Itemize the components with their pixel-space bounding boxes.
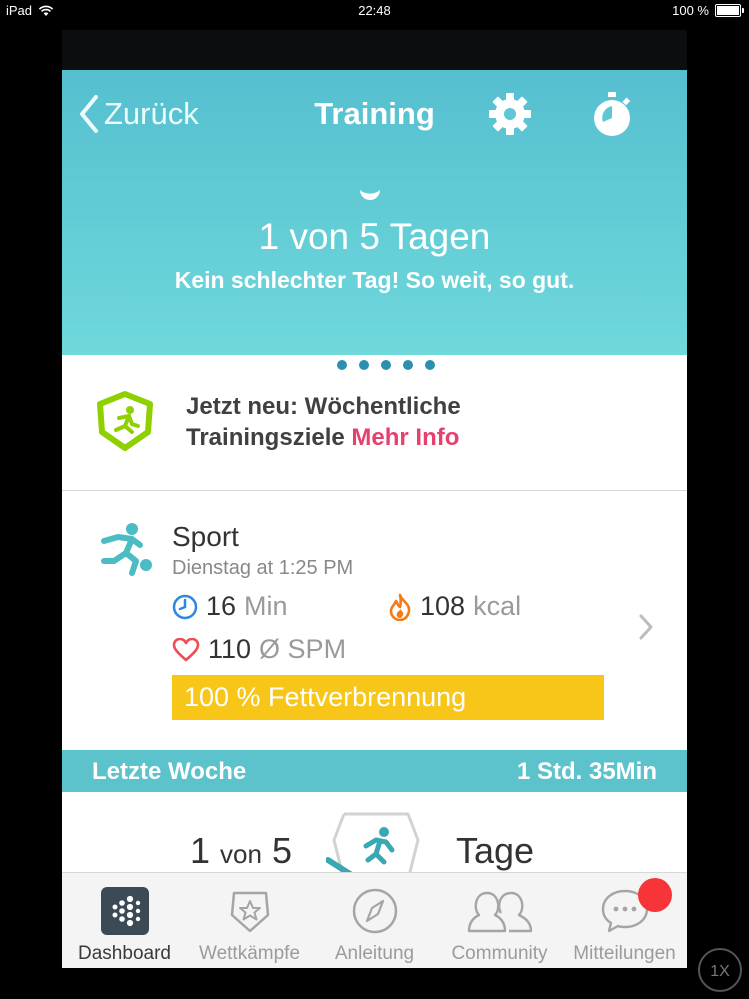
tab-guidance[interactable]: Anleitung <box>312 873 437 968</box>
week-count-number: 1 <box>190 830 211 871</box>
encouragement-text: Kein schlechter Tag! So weit, so gut. <box>174 267 575 293</box>
week-label: Letzte Woche <box>92 758 247 785</box>
stopwatch-icon[interactable] <box>590 90 634 138</box>
soccer-player-icon <box>101 523 152 576</box>
heart-rate-stat: 110 Ø SPM <box>172 634 346 665</box>
tab-notifications-label: Mitteilungen <box>573 943 676 964</box>
week-days-label: Tage <box>456 830 535 871</box>
promo-line-1: Jetzt neu: Wöchentliche <box>186 393 461 420</box>
week-days-count: 1 von 5 <box>190 830 292 872</box>
calories-unit: kcal <box>473 591 522 621</box>
activity-card[interactable]: Sport Dienstag at 1:25 PM 16 Min 108 kca… <box>62 491 687 749</box>
chevron-right-icon <box>639 614 653 640</box>
exercise-shield-icon <box>326 812 420 880</box>
tab-community-label: Community <box>451 943 548 964</box>
app-window: Zurück Training 1 von 5 Tagen Kein schle… <box>62 30 687 968</box>
activity-title: Sport <box>172 521 239 552</box>
duration-stat: 16 Min <box>172 591 288 622</box>
calories-value: 108 <box>420 591 466 621</box>
duration-value: 16 <box>206 591 237 621</box>
battery-percentage: 100 % <box>672 3 709 18</box>
bottom-tab-bar: Dashboard Wettkämpfe Anleitung Community… <box>62 872 687 968</box>
notification-badge <box>638 878 672 912</box>
tab-dashboard[interactable]: Dashboard <box>62 873 187 968</box>
people-icon <box>467 891 532 933</box>
status-time: 22:48 <box>358 3 391 18</box>
more-info-link[interactable]: Mehr Info <box>351 424 459 451</box>
week-section-header: Letzte Woche 1 Std. 35Min <box>62 750 687 792</box>
heart-rate-value: 110 <box>208 634 252 664</box>
compass-icon <box>352 888 397 934</box>
navigation-bar: Zurück Training <box>62 70 687 156</box>
fat-burn-badge: 100 % Fettverbrennung <box>172 675 604 720</box>
weekly-goal-badge-icon <box>97 391 153 451</box>
zoom-1x-button[interactable]: 1X <box>698 948 742 992</box>
duration-unit: Min <box>244 591 288 621</box>
promo-banner: Jetzt neu: Wöchentliche Trainingsziele M… <box>62 355 687 491</box>
top-strip <box>62 30 687 70</box>
promo-line-2-text: Trainingsziele <box>186 424 345 451</box>
days-goal-text: 1 von 5 Tagen <box>258 216 491 257</box>
fitbit-dots-icon <box>100 887 149 935</box>
activity-date: Dienstag at 1:25 PM <box>172 557 354 579</box>
tab-challenges[interactable]: Wettkämpfe <box>187 873 312 968</box>
week-count-of: von <box>220 839 262 869</box>
tab-guidance-label: Anleitung <box>334 943 415 964</box>
heart-icon <box>172 637 200 661</box>
moon-icon <box>360 190 380 200</box>
week-total-time: 1 Std. 35Min <box>516 758 657 785</box>
flame-icon <box>389 593 411 621</box>
gear-icon[interactable] <box>488 92 532 136</box>
clock-icon <box>172 594 198 619</box>
tab-dashboard-label: Dashboard <box>78 943 171 964</box>
star-shield-icon <box>230 891 269 933</box>
promo-text: Jetzt neu: Wöchentliche Trainingsziele M… <box>186 391 461 453</box>
week-count-total: 5 <box>271 830 293 871</box>
hero-header: Zurück Training 1 von 5 Tagen Kein schle… <box>62 70 687 370</box>
promo-line-2: Trainingsziele Mehr Info <box>186 422 461 453</box>
status-right: 100 % <box>672 3 744 18</box>
tab-challenges-label: Wettkämpfe <box>198 943 301 964</box>
battery-icon <box>715 4 744 17</box>
tab-community[interactable]: Community <box>437 873 562 968</box>
calories-stat: 108 kcal <box>388 591 521 622</box>
week-summary-row: 1 von 5 Tage <box>62 792 687 880</box>
heart-rate-unit: Ø SPM <box>259 634 347 664</box>
ios-status-bar: iPad 22:48 100 % <box>0 0 749 22</box>
